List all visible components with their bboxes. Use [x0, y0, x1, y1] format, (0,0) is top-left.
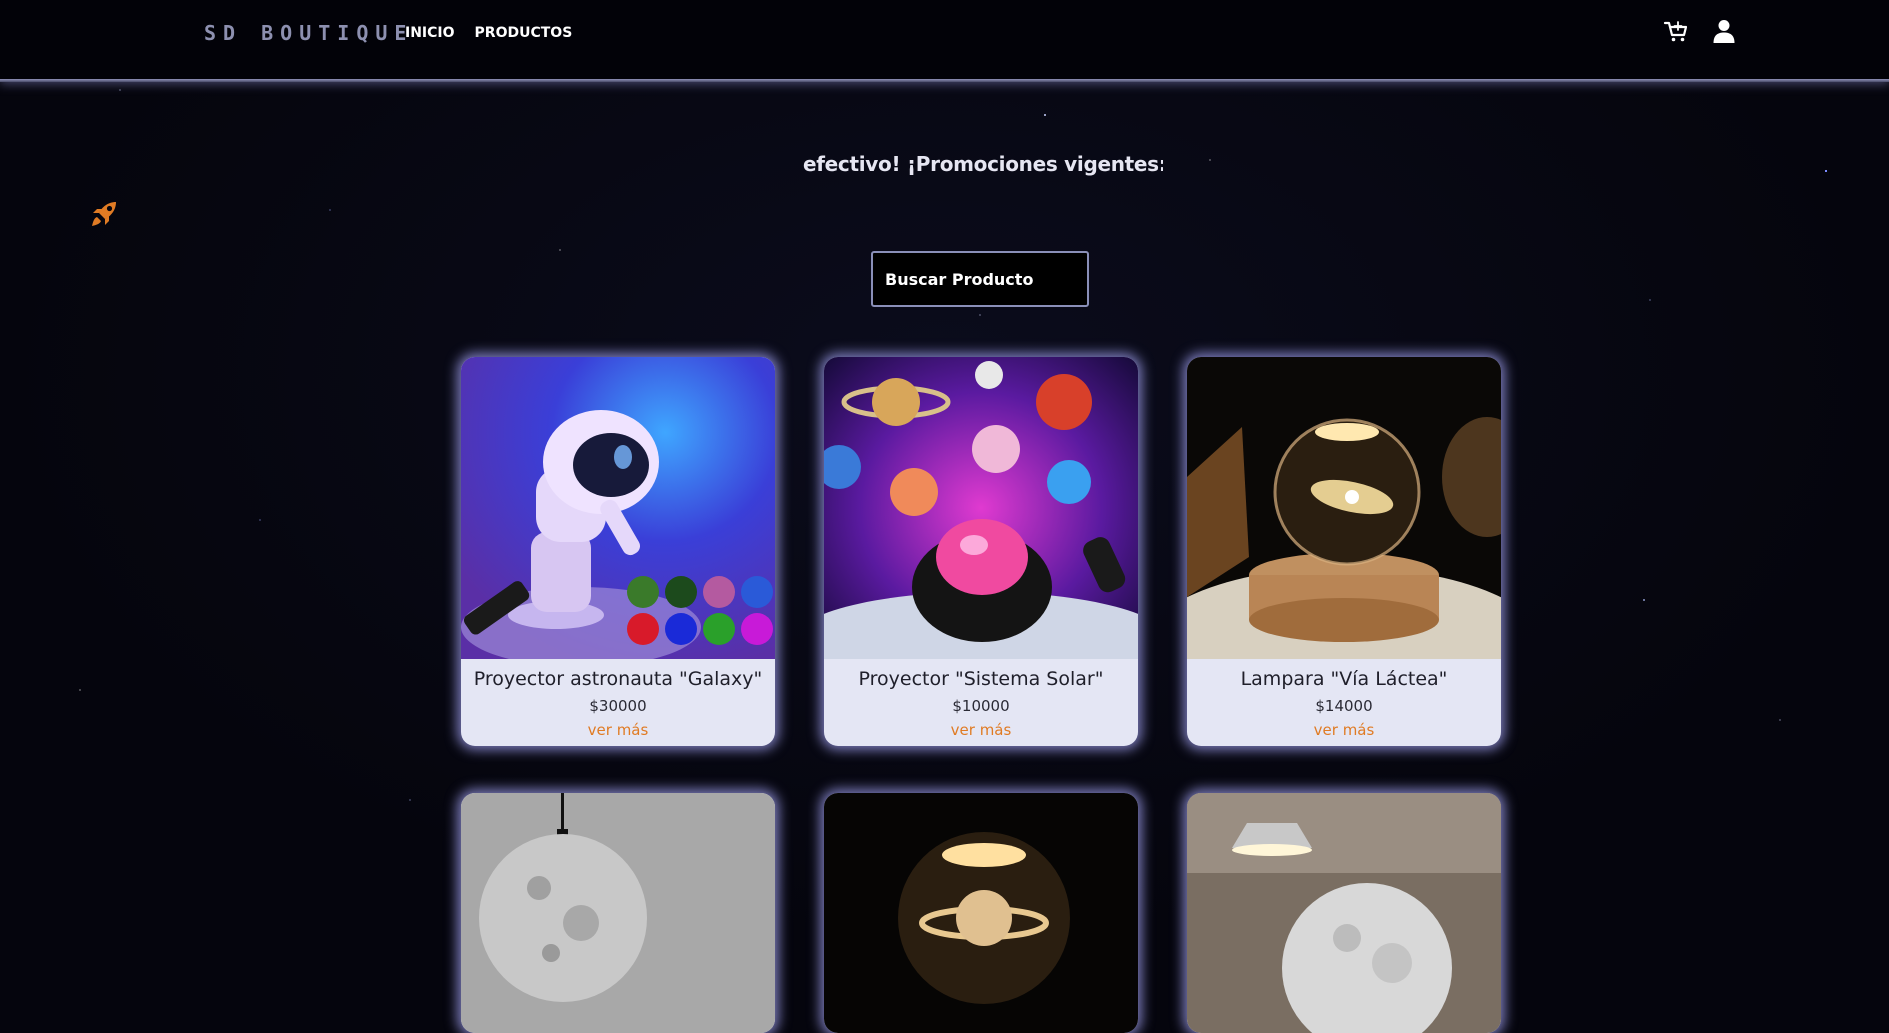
product-card-solar[interactable]: Proyector "Sistema Solar" $10000 ver más — [824, 357, 1138, 746]
product-price: $10000 — [952, 697, 1010, 715]
product-card-moon-lamp[interactable] — [461, 793, 775, 1033]
search-input[interactable] — [871, 251, 1089, 307]
product-more-link[interactable]: ver más — [824, 721, 1138, 739]
product-image-astronaut — [461, 357, 775, 659]
product-more-link[interactable]: ver más — [461, 721, 775, 739]
product-image-moon-table-lamp — [1187, 793, 1501, 1033]
product-image-solar — [824, 357, 1138, 659]
product-title: Proyector astronauta "Galaxy" — [473, 668, 763, 690]
nav-link-productos[interactable]: PRODUCTOS — [475, 25, 573, 41]
product-image-moon-lamp — [461, 793, 775, 1033]
nav-icons — [1663, 18, 1737, 44]
product-title: Lampara "Vía Láctea" — [1240, 668, 1448, 690]
product-price: $30000 — [589, 697, 647, 715]
nav-links: INICIO PRODUCTOS — [405, 25, 572, 41]
product-title: Proyector "Sistema Solar" — [858, 668, 1104, 690]
brand-logo[interactable]: SD BOUTIQUE — [204, 21, 413, 45]
product-image-milkyway — [1187, 357, 1501, 659]
product-card-milkyway[interactable]: Lampara "Vía Láctea" $14000 ver más — [1187, 357, 1501, 746]
product-card-moon-table-lamp[interactable] — [1187, 793, 1501, 1033]
product-card-astronaut[interactable]: Proyector astronauta "Galaxy" $30000 ver… — [461, 357, 775, 746]
product-image-saturn-lamp — [824, 793, 1138, 1033]
product-card-saturn-lamp[interactable] — [824, 793, 1138, 1033]
user-icon[interactable] — [1711, 18, 1737, 44]
product-price: $14000 — [1315, 697, 1373, 715]
product-more-link[interactable]: ver más — [1187, 721, 1501, 739]
nav-link-inicio[interactable]: INICIO — [405, 25, 455, 41]
promo-marquee: efectivo! ¡Promociones vigentes: 3 y 6 — [803, 152, 1163, 182]
rocket-icon — [92, 202, 116, 226]
promo-text: efectivo! ¡Promociones vigentes: 3 y 6 — [803, 152, 1163, 176]
cart-icon[interactable] — [1663, 18, 1689, 44]
navbar: SD BOUTIQUE INICIO PRODUCTOS — [0, 0, 1889, 82]
